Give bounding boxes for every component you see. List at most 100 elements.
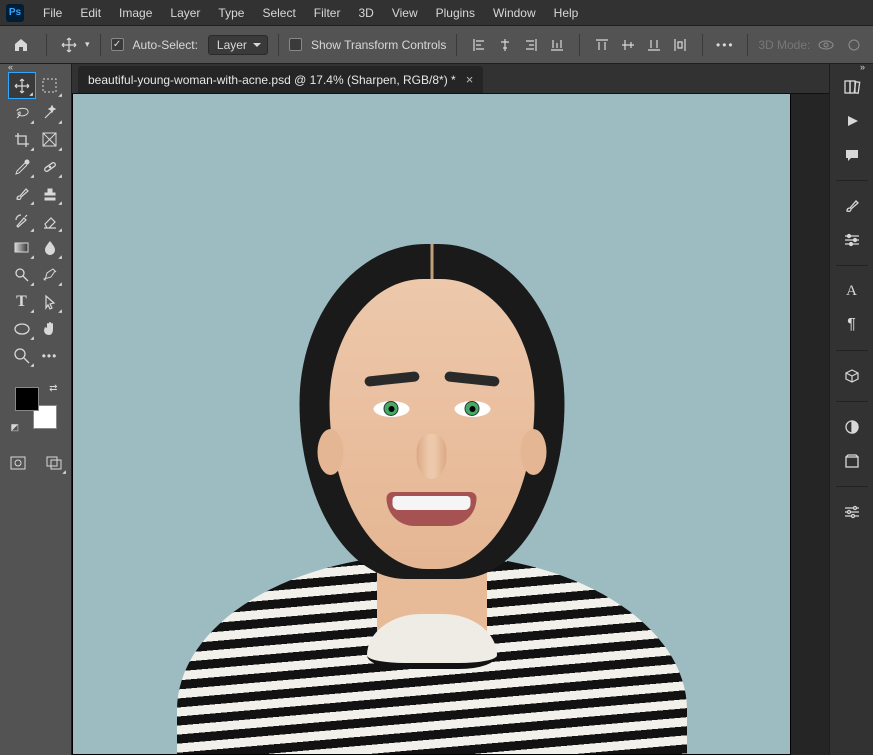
clone-stamp-tool[interactable] [36,180,64,207]
brush-tool[interactable] [8,180,36,207]
gradient-tool[interactable] [8,234,36,261]
adjustments-panel-button[interactable] [837,225,867,255]
blur-tool[interactable] [36,234,64,261]
dodge-tool[interactable] [8,261,36,288]
paragraph-panel-button[interactable]: ¶ [837,310,867,340]
portrait-brow-right [444,371,500,387]
menu-plugins[interactable]: Plugins [427,4,484,22]
menu-3d[interactable]: 3D [349,4,382,22]
home-button[interactable] [6,32,36,58]
document-canvas[interactable] [73,94,790,754]
more-icon: ••• [716,38,735,52]
distribute-top-icon [595,38,609,52]
ellipse-icon [14,322,30,336]
learn-panel-button[interactable] [837,72,867,102]
eyedropper-tool[interactable] [8,153,36,180]
history-brush-icon [14,213,30,229]
history-brush-tool[interactable] [8,207,36,234]
menu-filter[interactable]: Filter [305,4,350,22]
distribute-vcenter-icon [621,38,635,52]
bandage-icon [42,159,58,175]
options-bar: ▾ Auto-Select: Layer Show Transform Cont… [0,26,873,64]
menu-edit[interactable]: Edit [71,4,110,22]
3d-pan-button[interactable] [842,33,866,57]
document-tab[interactable]: beautiful-young-woman-with-acne.psd @ 17… [78,66,483,93]
chevron-down-icon[interactable]: ▾ [85,39,90,50]
align-right-icon [524,38,538,52]
show-transform-checkbox[interactable] [289,38,302,51]
menu-view[interactable]: View [383,4,427,22]
foreground-color[interactable] [15,387,39,411]
quick-select-tool[interactable] [36,99,64,126]
menu-image[interactable]: Image [110,4,161,22]
menu-layer[interactable]: Layer [161,4,209,22]
canvas-viewport[interactable] [72,94,829,755]
auto-select-label: Auto-Select: [133,38,198,52]
more-options-button[interactable]: ••• [713,33,737,57]
play-icon [845,114,859,128]
menu-select[interactable]: Select [253,4,304,22]
align-right-button[interactable] [519,33,543,57]
brushes-panel-button[interactable] [837,191,867,221]
crop-icon [14,132,30,148]
brush-panel-icon [844,198,860,214]
menu-help[interactable]: Help [545,4,588,22]
default-colors-icon[interactable]: ◩ [11,422,20,433]
libraries-panel-button[interactable] [837,446,867,476]
portrait-ear-right [520,429,546,475]
color-swatches[interactable]: ⇄ ◩ [15,387,57,429]
distribute-h-button[interactable] [668,33,692,57]
3d-orbit-button[interactable] [814,33,838,57]
align-bottom-icon [550,38,564,52]
auto-select-checkbox[interactable] [111,38,124,51]
collapse-tools-button[interactable]: « [4,62,17,72]
screen-mode-button[interactable] [40,449,68,476]
align-left-button[interactable] [467,33,491,57]
align-center-h-button[interactable] [493,33,517,57]
character-panel-button[interactable]: A [837,276,867,306]
menu-window[interactable]: Window [484,4,545,22]
collapse-panels-button[interactable]: » [856,62,869,72]
pen-tool[interactable] [36,261,64,288]
more-icon: ••• [42,349,58,363]
portrait-mouth [387,492,477,526]
character-icon: A [846,283,857,300]
move-tool[interactable] [8,72,36,99]
right-panels: » A ¶ [829,64,873,755]
menu-file[interactable]: File [34,4,71,22]
lasso-tool[interactable] [8,99,36,126]
hand-icon [42,321,58,337]
eraser-tool[interactable] [36,207,64,234]
auto-select-dropdown[interactable]: Layer [208,35,268,55]
quick-mask-button[interactable] [4,449,32,476]
distribute-vcenter-button[interactable] [616,33,640,57]
menu-type[interactable]: Type [209,4,253,22]
path-select-tool[interactable] [36,288,64,315]
swap-colors-icon[interactable]: ⇄ [49,383,57,394]
distribute-bottom-button[interactable] [642,33,666,57]
3d-panel-button[interactable] [837,361,867,391]
align-bottom-button[interactable] [545,33,569,57]
channels-panel-button[interactable] [837,412,867,442]
marquee-icon [42,78,57,93]
move-icon [14,78,30,94]
frame-tool[interactable] [36,126,64,153]
hand-tool[interactable] [36,315,64,342]
comments-panel-button[interactable] [837,140,867,170]
zoom-tool[interactable] [8,342,36,369]
close-tab-button[interactable]: × [466,72,474,87]
properties-panel-button[interactable] [837,497,867,527]
type-tool[interactable]: T [8,288,36,315]
quick-mask-icon [10,456,26,470]
shape-tool[interactable] [8,315,36,342]
marquee-tool[interactable] [36,72,64,99]
crop-tool[interactable] [8,126,36,153]
healing-tool[interactable] [36,153,64,180]
learn-icon [843,79,861,95]
edit-toolbar-button[interactable]: ••• [36,342,64,369]
move-tool-indicator[interactable] [57,33,81,57]
sliders-icon [844,233,860,247]
actions-panel-button[interactable] [837,106,867,136]
distribute-group [590,33,692,57]
distribute-top-button[interactable] [590,33,614,57]
